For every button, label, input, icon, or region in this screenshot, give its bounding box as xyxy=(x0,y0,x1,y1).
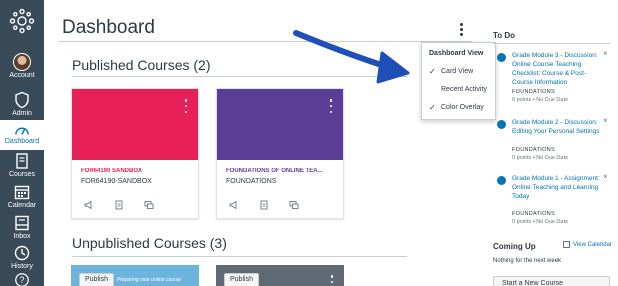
course-card[interactable]: FOR64190 SANDBOX FOR64190-SANDBOX xyxy=(71,88,199,219)
svg-text:?: ? xyxy=(20,275,25,285)
view-calendar-link[interactable]: View Calendar xyxy=(563,241,612,248)
nav-admin[interactable]: Admin xyxy=(0,91,44,119)
todo-meta: 0 points • No Due Date xyxy=(512,155,569,161)
todo-meta: 0 points • No Due Date xyxy=(512,97,569,103)
nav-account[interactable]: Account xyxy=(0,53,44,83)
nav-courses-label: Courses xyxy=(8,171,36,178)
card-options-button[interactable] xyxy=(328,99,334,113)
nav-dashboard-label: Dashboard xyxy=(4,138,40,145)
publish-button[interactable]: Publish xyxy=(224,273,259,286)
assignments-icon[interactable] xyxy=(114,200,124,210)
todo-link[interactable]: Grade Module 2 - Discussion: Editing You… xyxy=(512,118,600,136)
menu-item-color-overlay[interactable]: ✓ Color Overlay xyxy=(422,101,495,115)
user-avatar xyxy=(13,53,31,71)
todo-course: FOUNDATIONS xyxy=(512,211,555,217)
course-card-hero[interactable] xyxy=(72,89,198,160)
nav-account-label: Account xyxy=(9,72,35,79)
published-courses-heading: Published Courses (2) xyxy=(72,57,211,73)
menu-item-card-view[interactable]: ✓ Card View xyxy=(422,65,495,79)
checkmark-icon: ✓ xyxy=(429,67,436,76)
announcements-icon[interactable] xyxy=(229,200,239,210)
calendar-icon xyxy=(563,241,570,248)
dashboard-icon xyxy=(15,127,29,135)
todo-heading: To Do xyxy=(493,31,516,40)
todo-link[interactable]: Grade Module 1 - Assignment: Online Teac… xyxy=(512,174,600,201)
unpublished-divider xyxy=(72,256,407,257)
todo-course: FOUNDATIONS xyxy=(512,89,555,95)
card-options-button[interactable] xyxy=(329,275,335,286)
unpublished-course-card[interactable]: Publish xyxy=(216,265,344,286)
course-card[interactable]: FOUNDATIONS OF ONLINE TEA... FOUNDATIONS xyxy=(216,88,344,219)
nav-history-label: History xyxy=(11,263,33,270)
todo-badge-icon xyxy=(497,176,506,185)
nav-admin-label: Admin xyxy=(12,110,32,117)
inbox-icon xyxy=(15,215,29,231)
canvas-logo-icon[interactable] xyxy=(9,8,35,34)
close-icon[interactable]: × xyxy=(603,172,608,181)
todo-link[interactable]: Grade Module 3 - Discussion: Online Cour… xyxy=(512,51,600,87)
annotation-arrow xyxy=(293,30,410,84)
nav-dashboard[interactable]: Dashboard xyxy=(0,120,44,150)
start-new-course-button[interactable]: Start a New Course xyxy=(493,276,610,286)
dashboard-options-button[interactable] xyxy=(455,20,467,38)
course-card-hero[interactable] xyxy=(217,89,343,160)
menu-item-label: Recent Activity xyxy=(441,86,487,93)
todo-meta: 0 points • No Due Date xyxy=(512,219,569,225)
menu-item-recent-activity[interactable]: Recent Activity xyxy=(422,83,495,97)
course-card-code: FOUNDATIONS xyxy=(226,178,277,185)
close-icon[interactable]: × xyxy=(603,116,608,125)
courses-icon xyxy=(16,153,28,169)
nav-calendar-label: Calendar xyxy=(7,202,37,209)
card-action-icons xyxy=(229,200,299,210)
unpublished-courses-heading: Unpublished Courses (3) xyxy=(72,235,227,251)
course-card-name[interactable]: FOUNDATIONS OF ONLINE TEA... xyxy=(226,168,338,174)
global-nav: Account Admin Dashboard Courses Calendar… xyxy=(0,0,44,286)
coming-up-empty-text: Nothing for the next week xyxy=(493,258,562,264)
calendar-icon xyxy=(14,185,30,200)
card-hero-caption: Preparing your online course xyxy=(117,277,181,283)
nav-calendar[interactable]: Calendar xyxy=(0,183,44,211)
nav-courses[interactable]: Courses xyxy=(0,152,44,180)
card-action-icons xyxy=(84,200,154,210)
menu-title: Dashboard View xyxy=(429,50,484,57)
course-card-code: FOR64190-SANDBOX xyxy=(81,178,152,185)
announcements-icon[interactable] xyxy=(84,200,94,210)
menu-item-label: Color Overlay xyxy=(441,104,484,111)
todo-course: FOUNDATIONS xyxy=(512,147,555,153)
page-title: Dashboard xyxy=(62,17,155,38)
unpublished-course-card[interactable]: Publish Preparing your online course xyxy=(71,265,199,286)
todo-badge-icon xyxy=(497,120,506,129)
discussions-icon[interactable] xyxy=(289,200,299,210)
discussions-icon[interactable] xyxy=(144,200,154,210)
assignments-icon[interactable] xyxy=(259,200,269,210)
card-options-button[interactable] xyxy=(183,99,189,113)
todo-divider xyxy=(493,43,610,44)
menu-item-label: Card View xyxy=(441,68,474,75)
shield-icon xyxy=(15,91,29,109)
dashboard-view-menu: Dashboard View ✓ Card View Recent Activi… xyxy=(421,42,496,120)
publish-button[interactable]: Publish xyxy=(79,273,114,286)
close-icon[interactable]: × xyxy=(603,49,608,58)
coming-up-heading: Coming Up xyxy=(493,242,536,251)
clock-icon xyxy=(14,245,30,261)
nav-history[interactable]: History xyxy=(0,244,44,270)
help-icon[interactable]: ? xyxy=(14,272,30,286)
todo-badge-icon xyxy=(497,53,506,62)
nav-inbox-label: Inbox xyxy=(13,233,31,240)
course-card-name[interactable]: FOR64190 SANDBOX xyxy=(81,168,193,174)
checkmark-icon: ✓ xyxy=(429,103,436,112)
view-calendar-label: View Calendar xyxy=(573,242,612,249)
nav-inbox[interactable]: Inbox xyxy=(0,214,44,242)
